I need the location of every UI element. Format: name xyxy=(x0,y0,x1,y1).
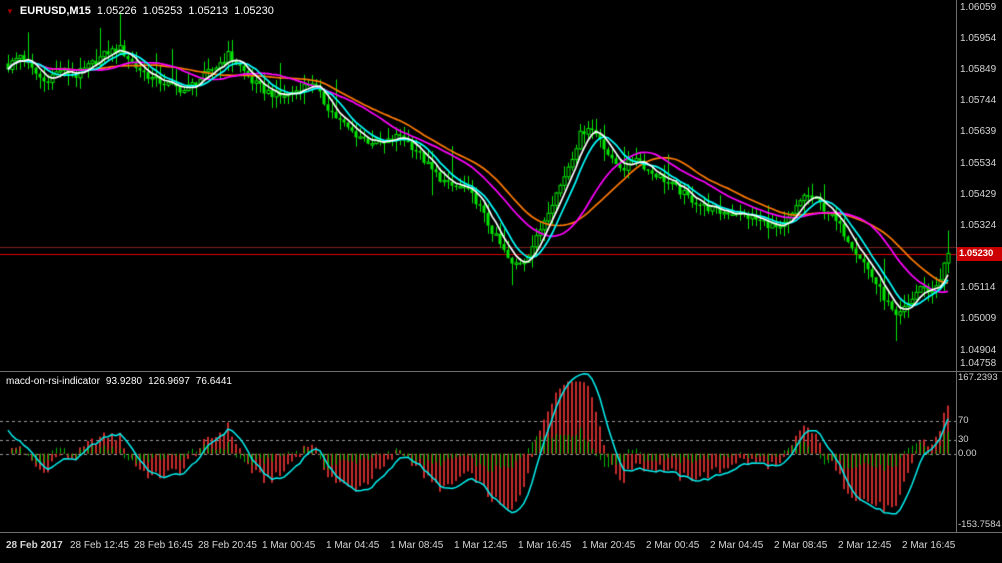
price-axis-label: 1.06059 xyxy=(960,1,997,13)
symbol-marker-icon: ▼ xyxy=(6,6,14,16)
price-axis-label: 1.05639 xyxy=(960,126,997,138)
time-axis-label: 1 Mar 00:45 xyxy=(262,540,316,551)
ohlc-open-value: 1.05226 xyxy=(96,5,137,17)
price-axis-label: 1.04758 xyxy=(960,358,997,369)
symbol-timeframe-label: EURUSD,M15 xyxy=(19,5,91,17)
time-axis-label: 28 Feb 12:45 xyxy=(70,540,129,551)
ohlc-close-value: 1.05230 xyxy=(234,5,274,17)
indicator-axis-label: 0.00 xyxy=(958,447,977,459)
ohlc-low-value: 1.05213 xyxy=(188,5,229,17)
indicator-axis-label: 30 xyxy=(958,433,969,445)
price-axis[interactable]: 1.05230 1.06059 1.05954 1.05849 1.05744 1.05… xyxy=(956,0,1002,371)
chart-legend: ▼ EURUSD,M15 1.05226 1.05253 1.05213 1.0… xyxy=(6,5,274,17)
time-axis-label: 1 Mar 08:45 xyxy=(390,540,444,551)
indicator-axis-label: 70 xyxy=(958,414,969,426)
indicator-pane[interactable]: macd-on-rsi-indicator 93.9280 126.9697 7… xyxy=(0,372,956,532)
indicator-value-1: 93.9280 xyxy=(105,376,143,387)
indicator-axis-label: 167.2393 xyxy=(958,372,998,383)
price-axis-label: 1.05744 xyxy=(960,95,997,107)
time-axis-label: 2 Mar 08:45 xyxy=(774,540,828,551)
time-axis-label: 2 Mar 16:45 xyxy=(902,540,956,551)
time-axis-label: 2 Mar 04:45 xyxy=(710,540,764,551)
price-axis-label: 1.05324 xyxy=(960,219,997,231)
time-axis[interactable]: 28 Feb 2017 28 Feb 12:45 28 Feb 16:45 28 Fe… xyxy=(0,533,1002,563)
price-axis-label: 1.05954 xyxy=(960,32,997,44)
indicator-name-label: macd-on-rsi-indicator xyxy=(6,376,100,387)
current-price-tag: 1.05230 xyxy=(957,246,1002,261)
time-axis-label: 2 Mar 00:45 xyxy=(646,540,700,551)
time-axis-label: 28 Feb 2017 xyxy=(6,540,63,551)
price-axis-label: 1.05429 xyxy=(960,188,997,200)
price-axis-label: 1.05849 xyxy=(960,64,997,76)
main-chart-row: ▼ EURUSD,M15 1.05226 1.05253 1.05213 1.0… xyxy=(0,0,1002,371)
candlestick-chart-canvas[interactable] xyxy=(0,0,956,371)
time-axis-label: 1 Mar 16:45 xyxy=(518,540,572,551)
time-axis-label: 1 Mar 12:45 xyxy=(454,540,508,551)
price-axis-label: 1.05534 xyxy=(960,157,997,169)
main-chart-pane[interactable]: ▼ EURUSD,M15 1.05226 1.05253 1.05213 1.0… xyxy=(0,0,956,371)
price-axis-label: 1.05114 xyxy=(960,282,996,294)
mt4-chart-window: ▼ EURUSD,M15 1.05226 1.05253 1.05213 1.0… xyxy=(0,0,1002,563)
time-axis-label: 1 Mar 20:45 xyxy=(582,540,636,551)
indicator-axis-label: -153.7584 xyxy=(958,519,1001,530)
time-axis-label: 2 Mar 12:45 xyxy=(838,540,892,551)
indicator-chart-canvas[interactable] xyxy=(0,372,956,532)
ohlc-high-value: 1.05253 xyxy=(142,5,183,17)
time-axis-label: 28 Feb 16:45 xyxy=(134,540,193,551)
indicator-row: macd-on-rsi-indicator 93.9280 126.9697 7… xyxy=(0,372,1002,532)
indicator-value-2: 126.9697 xyxy=(148,376,190,387)
price-axis-label: 1.05009 xyxy=(960,313,997,325)
time-axis-label: 28 Feb 20:45 xyxy=(198,540,257,551)
indicator-value-3: 76.6441 xyxy=(195,376,232,387)
indicator-axis[interactable]: 167.2393 70 30 0.00 -153.7584 xyxy=(956,372,1002,532)
price-axis-label: 1.04904 xyxy=(960,344,997,356)
indicator-legend: macd-on-rsi-indicator 93.9280 126.9697 7… xyxy=(6,376,232,387)
time-axis-label: 1 Mar 04:45 xyxy=(326,540,380,551)
current-price-value: 1.05230 xyxy=(959,247,994,259)
